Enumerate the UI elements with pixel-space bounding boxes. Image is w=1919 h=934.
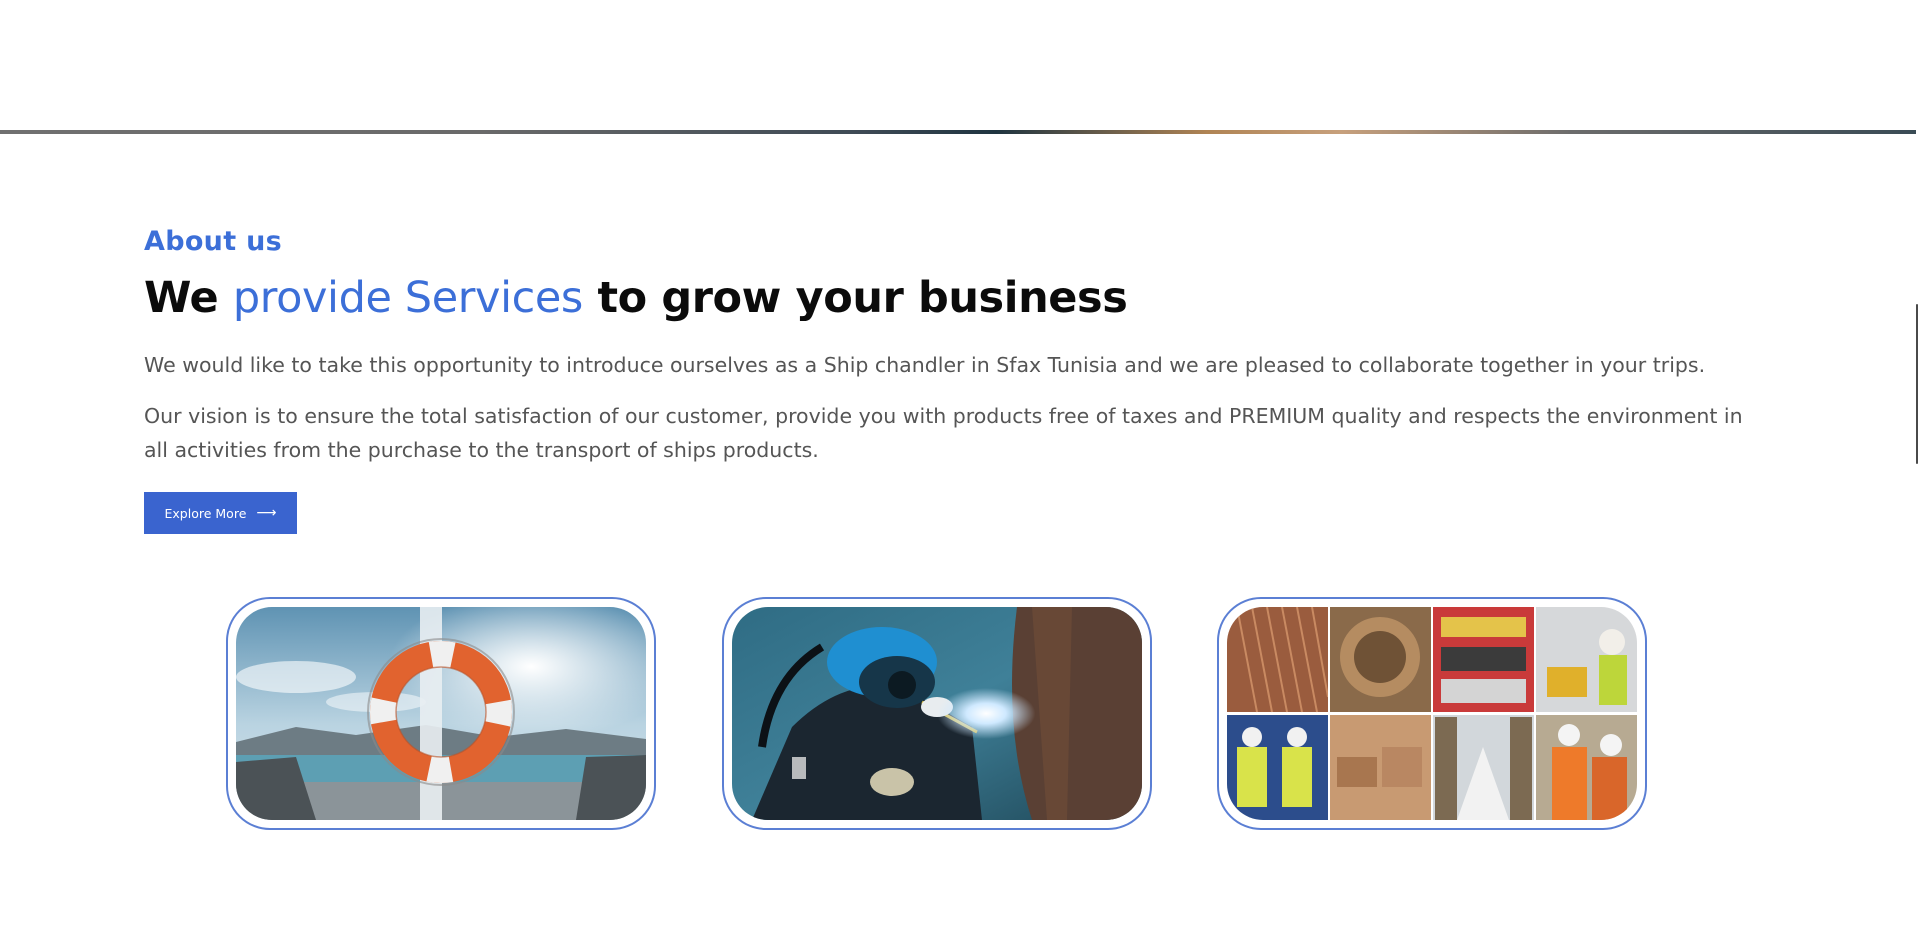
headline-accent: provide Services xyxy=(232,273,583,323)
vision-paragraph: Our vision is to ensure the total satisf… xyxy=(144,404,1743,462)
headline-part-2: to grow your business xyxy=(582,273,1128,323)
intro-paragraph: We would like to take this opportunity t… xyxy=(144,353,1706,377)
headline-part-1: We xyxy=(144,273,233,323)
about-section: About us We provide Services to grow you… xyxy=(144,222,1744,467)
explore-more-label: Explore More xyxy=(164,505,247,521)
service-card-supplies-collage[interactable] xyxy=(1217,597,1647,830)
service-card-underwater-welding[interactable] xyxy=(722,597,1152,830)
lifebuoy-image xyxy=(236,607,646,820)
section-headline: We provide Services to grow your busines… xyxy=(144,270,1744,326)
underwater-welding-image xyxy=(732,607,1142,820)
scrollbar-thumb[interactable] xyxy=(1916,304,1918,464)
top-banner xyxy=(0,0,1919,132)
page-scrollbar[interactable] xyxy=(1915,134,1919,934)
service-card-lifebuoy[interactable] xyxy=(226,597,656,830)
explore-more-button[interactable]: Explore More ⟶ xyxy=(144,492,297,534)
section-eyebrow: About us xyxy=(144,226,282,257)
arrow-right-icon: ⟶ xyxy=(256,505,277,521)
banner-bottom-edge xyxy=(0,130,1916,134)
supplies-collage-image xyxy=(1227,607,1637,820)
